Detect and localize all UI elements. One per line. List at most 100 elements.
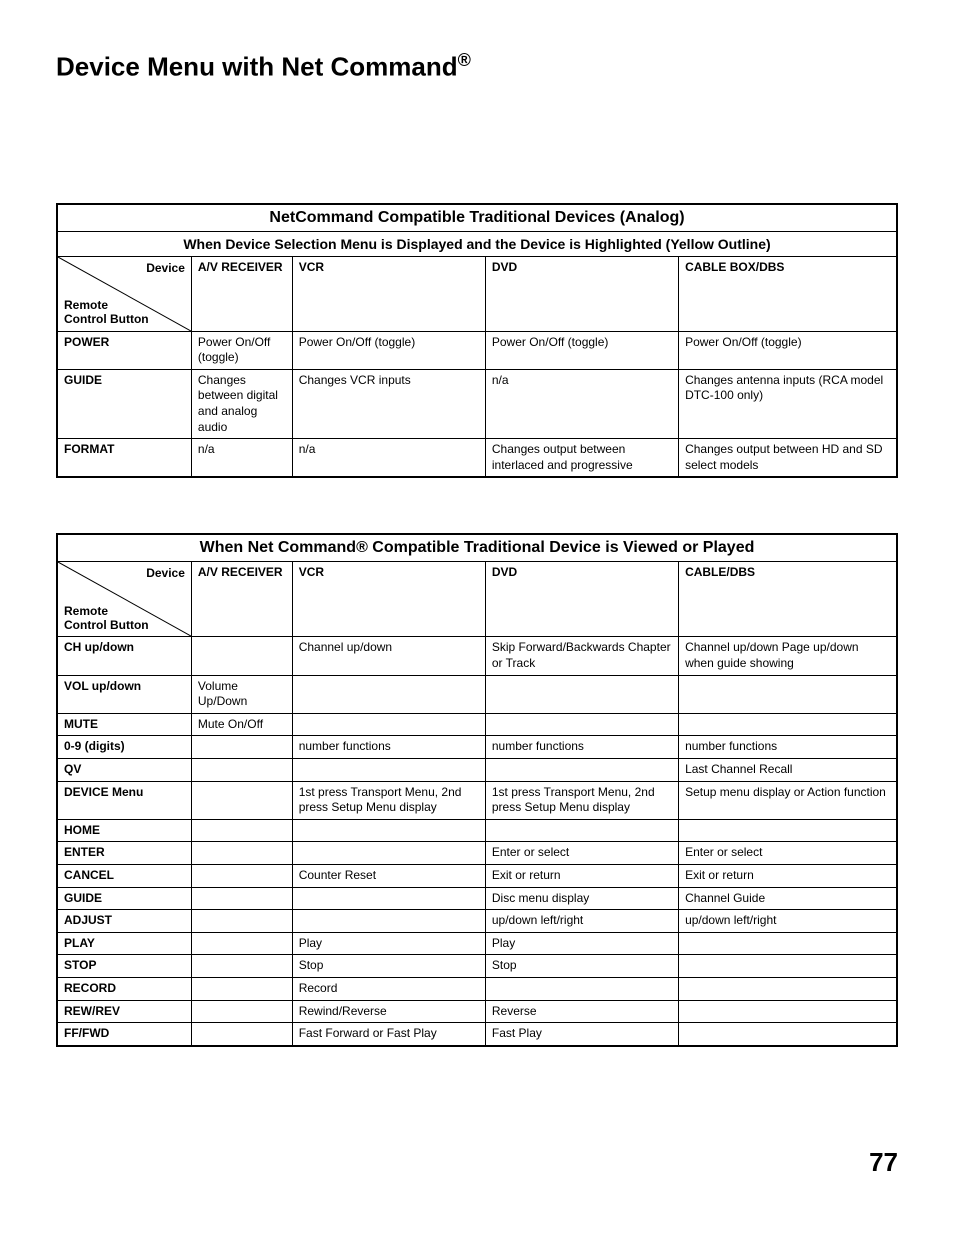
table-cell: number functions: [485, 736, 678, 759]
table-cell: [679, 1000, 897, 1023]
table-cell: number functions: [292, 736, 485, 759]
table-cell: Changes between digital and analog audio: [191, 369, 292, 438]
table-cell: Power On/Off (toggle): [191, 331, 292, 369]
table-cell: [679, 819, 897, 842]
col-header: A/V RECEIVER: [191, 562, 292, 637]
table-cell: [191, 1000, 292, 1023]
table-1: NetCommand Compatible Traditional Device…: [56, 203, 898, 479]
table-row: VOL up/downVolume Up/Down: [57, 675, 897, 713]
table-cell: Channel Guide: [679, 887, 897, 910]
table-cell: [485, 675, 678, 713]
row-label: GUIDE: [57, 887, 191, 910]
col-header: CABLE BOX/DBS: [679, 256, 897, 331]
table-row: GUIDEChanges between digital and analog …: [57, 369, 897, 438]
table-cell: n/a: [292, 439, 485, 478]
table-row: POWERPower On/Off (toggle)Power On/Off (…: [57, 331, 897, 369]
table-row: PLAY PlayPlay: [57, 932, 897, 955]
table-cell: up/down left/right: [679, 910, 897, 933]
table-cell: [191, 781, 292, 819]
table-cell: [679, 675, 897, 713]
table-cell: [485, 819, 678, 842]
table-2: When Net Command® Compatible Traditional…: [56, 533, 898, 1046]
table-1-title: NetCommand Compatible Traditional Device…: [57, 204, 897, 232]
table-cell: Reverse: [485, 1000, 678, 1023]
table-cell: Power On/Off (toggle): [485, 331, 678, 369]
table-cell: Setup menu display or Action function: [679, 781, 897, 819]
table-1-title-row: NetCommand Compatible Traditional Device…: [57, 204, 897, 232]
col-header: DVD: [485, 562, 678, 637]
diag-bot-label: Remote Control Button: [64, 604, 149, 633]
table-row: DEVICE Menu 1st press Transport Menu, 2nd…: [57, 781, 897, 819]
table-cell: [191, 887, 292, 910]
table-row: HOME: [57, 819, 897, 842]
table-cell: [191, 932, 292, 955]
table-cell: Changes output between HD and SD select …: [679, 439, 897, 478]
table-cell: [679, 977, 897, 1000]
row-label: MUTE: [57, 713, 191, 736]
table-cell: [292, 758, 485, 781]
table-cell: [292, 819, 485, 842]
col-header: VCR: [292, 256, 485, 331]
table-cell: Play: [292, 932, 485, 955]
table-cell: [292, 910, 485, 933]
diag-top-label: Device: [146, 261, 185, 277]
row-label: GUIDE: [57, 369, 191, 438]
table-1-header-row: Device Remote Control Button A/V RECEIVE…: [57, 256, 897, 331]
table-cell: n/a: [485, 369, 678, 438]
table-cell: Enter or select: [679, 842, 897, 865]
table-2-diag-cell: Device Remote Control Button: [57, 562, 191, 637]
table-cell: [292, 842, 485, 865]
table-cell: [191, 736, 292, 759]
table-cell: Last Channel Recall: [679, 758, 897, 781]
table-cell: [191, 977, 292, 1000]
table-cell: Changes antenna inputs (RCA model DTC-10…: [679, 369, 897, 438]
table-cell: 1st press Transport Menu, 2nd press Setu…: [485, 781, 678, 819]
col-header: DVD: [485, 256, 678, 331]
table-cell: [485, 977, 678, 1000]
table-cell: Stop: [485, 955, 678, 978]
table-row: FF/FWDFast Forward or Fast PlayFast Play: [57, 1023, 897, 1046]
table-cell: [292, 713, 485, 736]
table-cell: Stop: [292, 955, 485, 978]
col-header: CABLE/DBS: [679, 562, 897, 637]
row-label: HOME: [57, 819, 191, 842]
table-row: CH up/downChannel up/downSkip Forward/Ba…: [57, 637, 897, 675]
row-label: FORMAT: [57, 439, 191, 478]
row-label: FF/FWD: [57, 1023, 191, 1046]
table-cell: [191, 955, 292, 978]
row-label: 0-9 (digits): [57, 736, 191, 759]
table-cell: Mute On/Off: [191, 713, 292, 736]
table-cell: Enter or select: [485, 842, 678, 865]
table-cell: Channel up/down: [292, 637, 485, 675]
row-label: ENTER: [57, 842, 191, 865]
table-cell: [191, 758, 292, 781]
row-label: STOP: [57, 955, 191, 978]
table-cell: Rewind/Reverse: [292, 1000, 485, 1023]
table-cell: Volume Up/Down: [191, 675, 292, 713]
table-cell: [191, 1023, 292, 1046]
table-row: MUTEMute On/Off: [57, 713, 897, 736]
col-header: VCR: [292, 562, 485, 637]
table-cell: [679, 932, 897, 955]
table-cell: Skip Forward/Backwards Chapter or Track: [485, 637, 678, 675]
table-row: STOP StopStop: [57, 955, 897, 978]
table-cell: [485, 713, 678, 736]
table-row: REW/REVRewind/ReverseReverse: [57, 1000, 897, 1023]
row-label: QV: [57, 758, 191, 781]
page-number: 77: [56, 1147, 898, 1178]
table-cell: Changes VCR inputs: [292, 369, 485, 438]
table-row: FORMATn/an/aChanges output between inter…: [57, 439, 897, 478]
table-2-title-row: When Net Command® Compatible Traditional…: [57, 534, 897, 562]
row-label: VOL up/down: [57, 675, 191, 713]
table-cell: [292, 675, 485, 713]
table-cell: Play: [485, 932, 678, 955]
table-cell: 1st press Transport Menu, 2nd press Setu…: [292, 781, 485, 819]
row-label: DEVICE Menu: [57, 781, 191, 819]
row-label: ADJUST: [57, 910, 191, 933]
table-cell: [679, 955, 897, 978]
table-1-diag-cell: Device Remote Control Button: [57, 256, 191, 331]
table-1-subtitle: When Device Selection Menu is Displayed …: [57, 231, 897, 256]
table-cell: Record: [292, 977, 485, 1000]
row-label: PLAY: [57, 932, 191, 955]
page-title: Device Menu with Net Command®: [56, 50, 898, 83]
